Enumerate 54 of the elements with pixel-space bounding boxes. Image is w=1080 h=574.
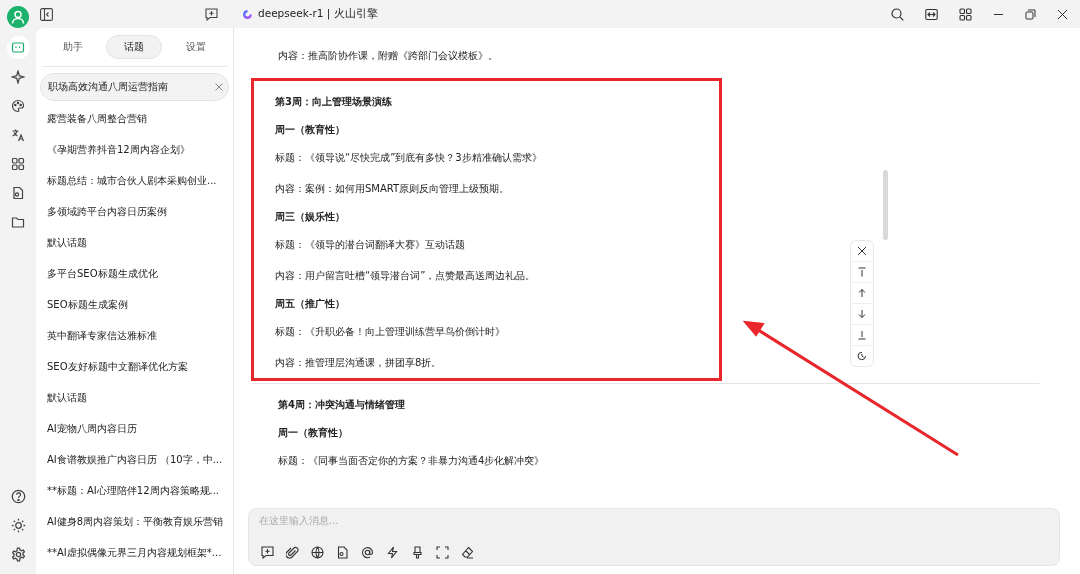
- week-heading: 第3周：向上管理场景演练: [275, 95, 393, 109]
- sidebar-tab[interactable]: 设置: [168, 35, 225, 59]
- grid-icon[interactable]: [959, 7, 972, 21]
- brush-icon[interactable]: [411, 546, 424, 559]
- topic-item[interactable]: 多领域跨平台内容日历案例: [40, 196, 229, 227]
- week-heading: 第4周：冲突沟通与情绪管理: [278, 398, 406, 412]
- topic-item[interactable]: SEO友好标题中文翻译优化方案: [40, 351, 229, 382]
- user-avatar[interactable]: [7, 6, 29, 28]
- eraser-icon[interactable]: [461, 546, 474, 559]
- document-icon[interactable]: [336, 546, 349, 559]
- chat-bubble-icon[interactable]: [6, 36, 30, 59]
- day-heading: 周一（教育性）: [275, 123, 346, 137]
- new-topic-icon[interactable]: [261, 546, 274, 559]
- globe-icon[interactable]: [311, 546, 324, 559]
- topic-item[interactable]: **AI虚拟偶像元界三月内容规划框架*...: [40, 537, 229, 568]
- day-heading: 周三（娱乐性）: [275, 210, 346, 224]
- day-heading: 周五（推广性）: [275, 297, 346, 311]
- topic-item[interactable]: **标题：AI心理陪伴12周内容策略规...: [40, 475, 229, 506]
- sidebar-tab[interactable]: 话题: [106, 35, 163, 59]
- message-text: 内容：推管理层沟通课，拼团享8折。: [275, 356, 443, 370]
- topic-item[interactable]: AI宠物八周内容日历: [40, 413, 229, 444]
- message-text: 标题：《升职必备！向上管理训练营早鸟价倒计时》: [275, 325, 506, 339]
- search-icon[interactable]: [891, 7, 904, 21]
- message-text: 标题：《领导的潜台词翻译大赛》互动话题: [275, 238, 466, 252]
- message-text: 内容：推高阶协作课，附赠《跨部门会议模板》。: [278, 49, 499, 63]
- topic-item[interactable]: 职场高效沟通八周运营指南: [40, 73, 229, 101]
- topic-item[interactable]: AI健身8周内容策划：平衡教育娱乐营销: [40, 506, 229, 537]
- scrollbar-thumb[interactable]: [883, 170, 888, 240]
- topic-item[interactable]: SEO标题生成案例: [40, 289, 229, 320]
- topic-item[interactable]: AI食谱教娱推广内容日历 （10字，中...: [40, 444, 229, 475]
- paperclip-icon[interactable]: [286, 546, 299, 559]
- day-heading: 周一（教育性）: [278, 426, 349, 440]
- restore-icon[interactable]: [1025, 8, 1036, 20]
- topic-item[interactable]: 露营装备八周整合营销: [40, 103, 229, 134]
- topic-item[interactable]: 多平台SEO标题生成优化: [40, 258, 229, 289]
- at-sign-icon[interactable]: [361, 546, 374, 559]
- lightning-icon[interactable]: [386, 546, 399, 559]
- message-text: 标题：《同事当面否定你的方案？非暴力沟通4步化解冲突》: [278, 454, 546, 468]
- sidebar-tab[interactable]: 助手: [44, 35, 101, 59]
- new-topic-icon[interactable]: [205, 7, 218, 21]
- message-text: 内容：用户留言吐槽“领导潜台词”，点赞最高送周边礼品。: [275, 269, 537, 283]
- close-icon[interactable]: [1057, 8, 1068, 20]
- message-text: 标题：《领导说“尽快完成”到底有多快？3步精准确认需求》: [275, 151, 543, 165]
- topic-item[interactable]: 《孕期营养抖音12周内容企划》: [40, 134, 229, 165]
- message-text: 内容：案例：如何用SMART原则反向管理上级预期。: [275, 182, 511, 196]
- window-title: deepseek-r1 | 火山引擎: [258, 7, 378, 21]
- fullscreen-icon[interactable]: [436, 546, 449, 559]
- topic-item[interactable]: 英中翻译专家信达雅标准: [40, 320, 229, 351]
- topic-item[interactable]: 默认话题: [40, 227, 229, 258]
- topic-item[interactable]: 标题总结：城市合伙人剧本采购创业...: [40, 165, 229, 196]
- topic-item[interactable]: 默认话题: [40, 382, 229, 413]
- expand-icon[interactable]: [925, 7, 938, 21]
- app-logo-icon: [242, 8, 253, 20]
- sidebar-toggle-icon[interactable]: [40, 7, 53, 21]
